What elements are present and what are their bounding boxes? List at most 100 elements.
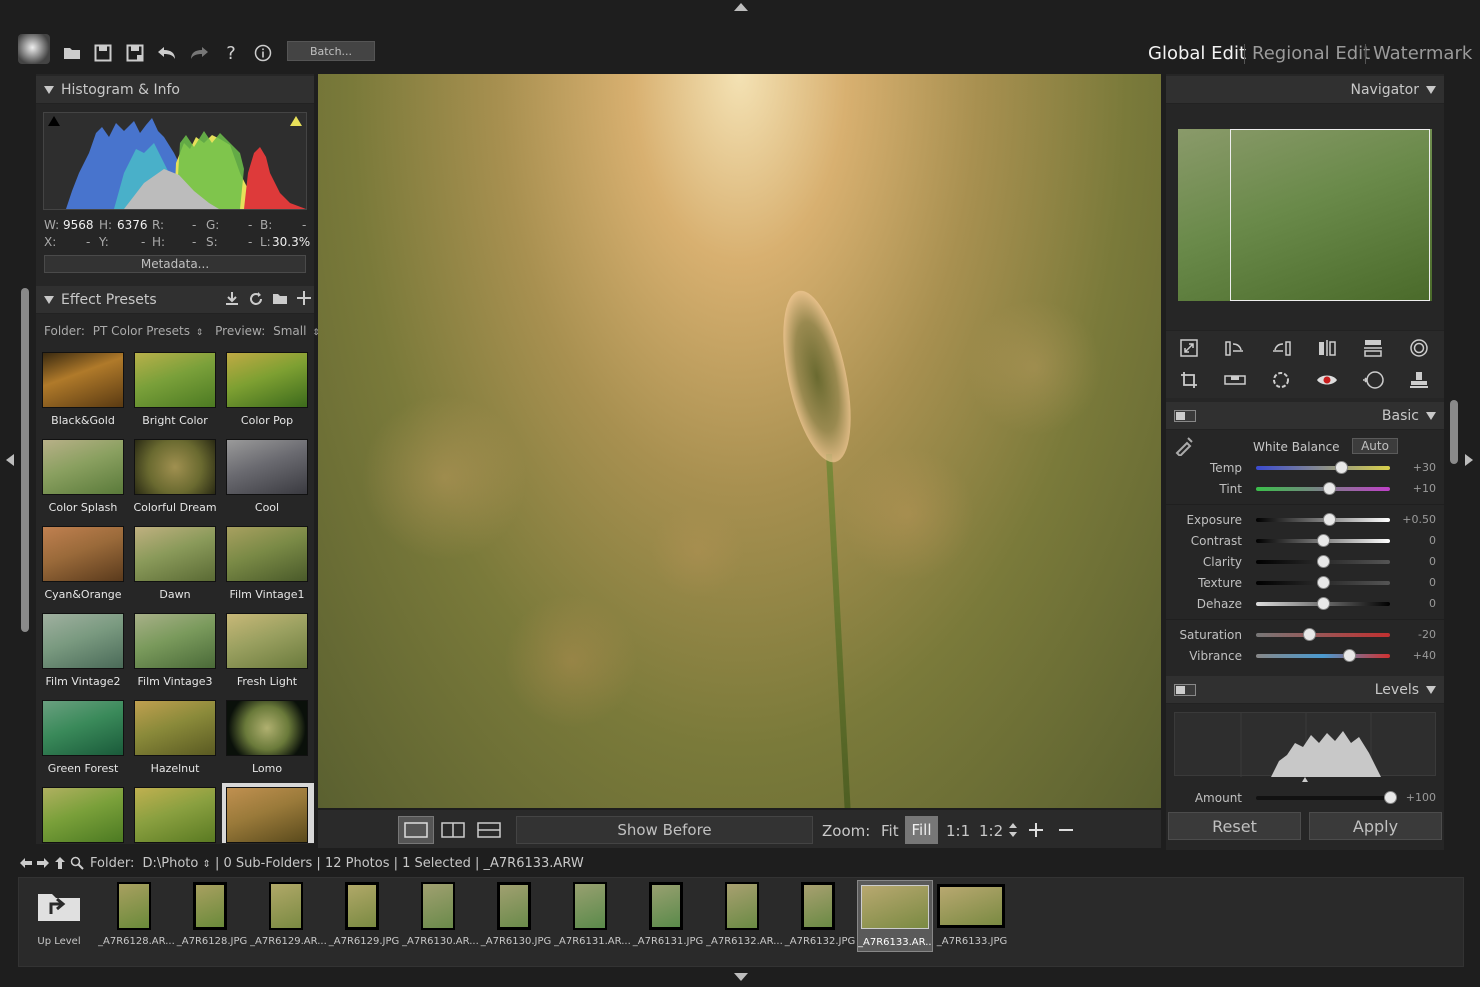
crop-icon[interactable] [1176, 367, 1202, 393]
preset-film-vintage2[interactable]: Film Vintage2 [41, 613, 125, 693]
zoom-fit-button[interactable]: Fit [881, 822, 899, 840]
clarity-slider[interactable]: Clarity 0 [1166, 552, 1442, 572]
up-folder-icon[interactable] [54, 856, 66, 870]
zoom-stepper-icon[interactable] [1007, 820, 1019, 840]
preset-folder-select[interactable]: PT Color Presets [93, 324, 190, 338]
film-item[interactable]: _A7R6129.AR... [250, 880, 326, 952]
search-icon[interactable] [70, 856, 84, 870]
preset-hazelnut[interactable]: Hazelnut [133, 700, 217, 780]
collapse-icon[interactable] [1426, 411, 1436, 420]
navigator-viewport-frame[interactable] [1230, 129, 1430, 301]
zoom-fill-button[interactable]: Fill [905, 816, 938, 844]
straighten-icon[interactable] [1222, 367, 1248, 393]
lens-correction-icon[interactable] [1406, 335, 1432, 361]
collapse-icon[interactable] [1426, 685, 1436, 694]
updown-icon[interactable]: ⇕ [202, 859, 210, 870]
levels-histogram[interactable] [1174, 712, 1436, 777]
film-item[interactable]: _A7R6129.JPG [326, 880, 402, 952]
levels-header[interactable]: Levels [1166, 676, 1444, 704]
back-icon[interactable] [19, 857, 33, 869]
preset-colorful-dream[interactable]: Colorful Dream [133, 439, 217, 519]
texture-slider[interactable]: Texture 0 [1166, 573, 1442, 593]
temp-slider[interactable]: Temp +30 [1166, 458, 1442, 478]
levels-midpoint-marker-icon[interactable] [1302, 777, 1308, 782]
clone-stamp-icon[interactable] [1406, 367, 1432, 393]
redo-icon[interactable] [188, 42, 210, 64]
slider-track[interactable] [1256, 633, 1390, 637]
film-item[interactable]: _A7R6128.AR... [98, 880, 174, 952]
slider-knob[interactable] [1343, 649, 1357, 662]
updown-icon[interactable]: ⇕ [196, 328, 204, 338]
folder-path-select[interactable]: D:\Photo [142, 856, 198, 871]
slider-track[interactable] [1256, 466, 1390, 470]
slider-knob[interactable] [1316, 597, 1330, 610]
white-balance-picker-icon[interactable] [1174, 434, 1196, 458]
film-item[interactable]: _A7R6132.JPG [782, 880, 858, 952]
navigator-preview[interactable] [1178, 129, 1432, 301]
slider-knob[interactable] [1323, 482, 1337, 495]
vibrance-slider[interactable]: Vibrance +40 [1166, 646, 1442, 666]
save-as-icon[interactable] [124, 42, 146, 64]
film-item-selected[interactable]: _A7R6133.AR... [857, 880, 933, 952]
left-panel-scrollbar[interactable] [21, 288, 29, 632]
preset-black-gold[interactable]: Black&Gold [41, 352, 125, 432]
apply-button[interactable]: Apply [1309, 812, 1442, 840]
preset-fresh-light[interactable]: Fresh Light [225, 613, 309, 693]
slider-knob[interactable] [1383, 791, 1397, 804]
flip-horizontal-icon[interactable] [1314, 335, 1340, 361]
collapse-icon[interactable] [1426, 85, 1436, 94]
red-eye-icon[interactable] [1314, 367, 1340, 393]
collapse-icon[interactable] [44, 295, 54, 304]
preset-dawn[interactable]: Dawn [133, 526, 217, 606]
forward-icon[interactable] [36, 857, 50, 869]
slider-knob[interactable] [1303, 628, 1317, 641]
preset-color-pop[interactable]: Color Pop [225, 352, 309, 432]
slider-knob[interactable] [1316, 576, 1330, 589]
preset-green-forest[interactable]: Green Forest [41, 700, 125, 780]
film-item[interactable]: _A7R6130.JPG [478, 880, 554, 952]
preset-film-vintage1[interactable]: Film Vintage1 [225, 526, 309, 606]
film-item[interactable]: _A7R6133.JPG [934, 880, 1010, 952]
amount-slider[interactable]: Amount +100 [1166, 788, 1442, 808]
zoom-1-2-button[interactable]: 1:2 [979, 822, 1003, 840]
collapse-left-arrow-icon[interactable] [6, 454, 14, 466]
exposure-slider[interactable]: Exposure +0.50 [1166, 510, 1442, 530]
open-folder-icon[interactable] [61, 42, 83, 64]
tab-watermark[interactable]: Watermark [1373, 43, 1472, 64]
spot-healing-icon[interactable] [1268, 367, 1294, 393]
add-preset-icon[interactable] [296, 290, 312, 306]
navigator-header[interactable]: Navigator [1166, 76, 1444, 104]
film-item[interactable]: _A7R6132.AR... [706, 880, 782, 952]
contrast-slider[interactable]: Contrast 0 [1166, 531, 1442, 551]
preset-color-splash[interactable]: Color Splash [41, 439, 125, 519]
collapse-top-arrow-icon[interactable] [734, 3, 748, 11]
slider-knob[interactable] [1316, 555, 1330, 568]
split-vertical-view-icon[interactable] [436, 816, 470, 844]
white-balance-auto-button[interactable]: Auto [1352, 438, 1398, 454]
radial-filter-icon[interactable] [1360, 367, 1386, 393]
rotate-right-icon[interactable] [1268, 335, 1294, 361]
up-level-button[interactable]: Up Level [22, 880, 96, 952]
film-item[interactable]: _A7R6128.JPG [174, 880, 250, 952]
refresh-icon[interactable] [248, 291, 264, 307]
tab-regional-edit[interactable]: Regional Edit [1252, 43, 1370, 64]
preset-bright-color[interactable]: Bright Color [133, 352, 217, 432]
resize-icon[interactable] [1176, 335, 1202, 361]
batch-button[interactable]: Batch... [287, 41, 375, 61]
tint-slider[interactable]: Tint +10 [1166, 479, 1442, 499]
preset-cool[interactable]: Cool [225, 439, 309, 519]
slider-track[interactable] [1256, 654, 1390, 658]
undo-icon[interactable] [156, 42, 178, 64]
preset-film-vintage3[interactable]: Film Vintage3 [133, 613, 217, 693]
dehaze-slider[interactable]: Dehaze 0 [1166, 594, 1442, 614]
preset-next-1[interactable] [41, 787, 125, 843]
zoom-1-1-button[interactable]: 1:1 [946, 822, 970, 840]
metadata-button[interactable]: Metadata... [44, 255, 306, 273]
preset-next-2[interactable] [133, 787, 217, 843]
shadow-clipping-warning-icon[interactable] [48, 116, 60, 126]
preset-cyan-orange[interactable]: Cyan&Orange [41, 526, 125, 606]
save-icon[interactable] [92, 42, 114, 64]
preset-next-3[interactable] [222, 783, 314, 843]
main-image[interactable] [318, 74, 1161, 808]
film-item[interactable]: _A7R6131.AR... [554, 880, 630, 952]
